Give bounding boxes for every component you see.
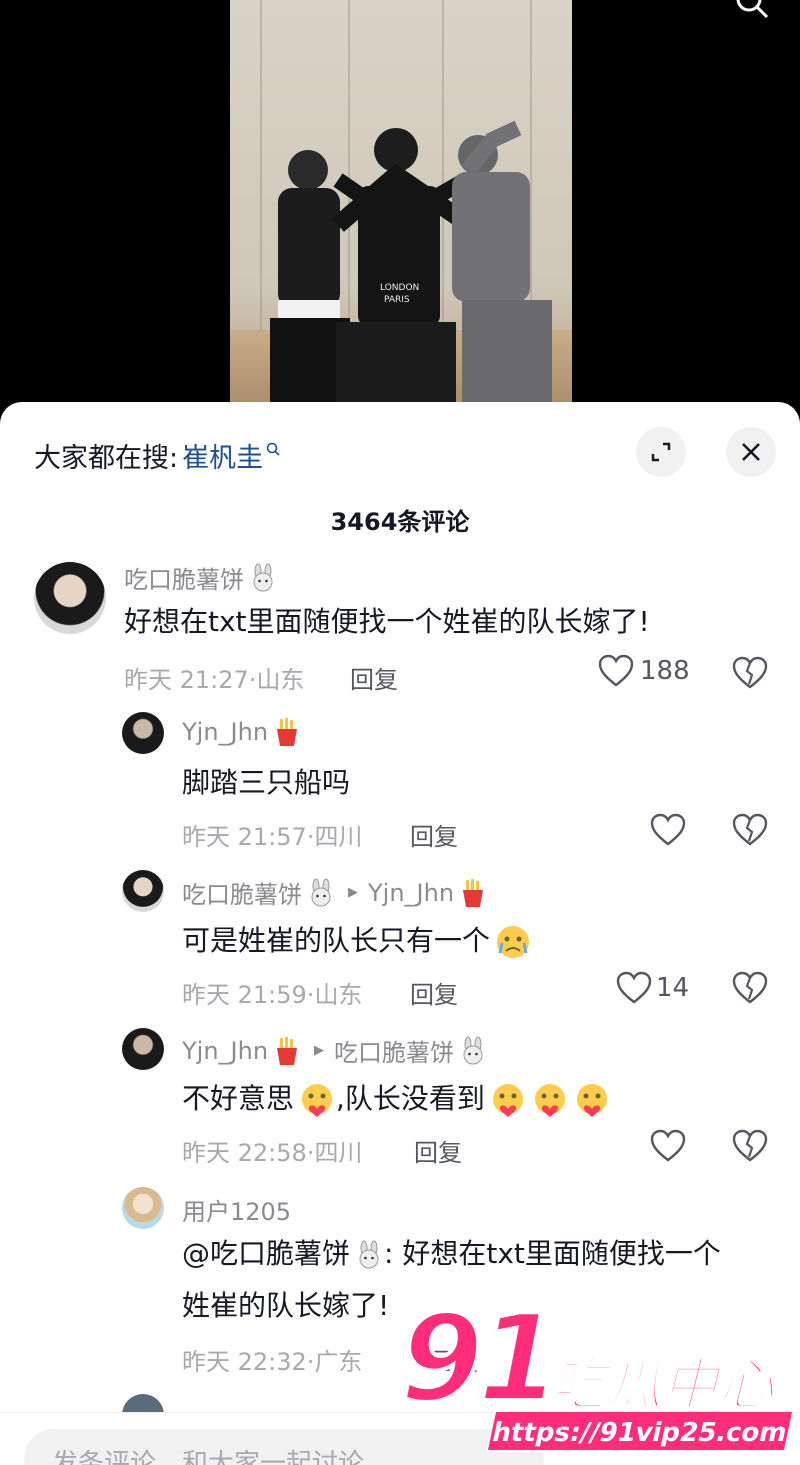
rabbit-emoji-icon [463,1036,483,1064]
dancers-illustration: LONDON PARIS [270,120,552,410]
watermark-title: 吃瓜中心 [549,1352,775,1419]
comment-meta: 昨天 21:27·山东 [124,666,305,694]
fries-emoji-icon [277,718,298,746]
reply-button[interactable]: 回复 [410,975,458,1010]
avatar[interactable] [34,562,106,634]
avatar[interactable] [122,1187,164,1229]
comment-username[interactable]: 吃口脆薯饼 [124,560,278,595]
heart-icon [650,813,686,846]
hug-face-emoji-icon [534,1084,565,1117]
heart-icon [616,971,652,1004]
reply-arrow-icon: ▶ [314,1043,325,1058]
expand-icon [651,442,671,462]
search-icon[interactable] [734,0,770,20]
like-button[interactable]: 14 [616,971,689,1005]
comment-username[interactable]: 吃口脆薯饼 ▶ Yjn_Jhn [182,875,488,910]
like-button[interactable]: 188 [598,654,690,688]
crying-face-emoji-icon [497,926,530,958]
dislike-icon[interactable] [732,1129,768,1163]
fries-emoji-icon [463,878,484,907]
avatar[interactable] [122,1028,164,1070]
like-button[interactable] [650,813,686,847]
svg-text:PARIS: PARIS [384,295,410,305]
comment-text-line2: 姓崔的队长嫁了! [182,1289,390,1322]
reply-button[interactable]: 回复 [414,1133,462,1168]
reply-button[interactable]: 回复 [410,817,458,852]
hug-face-emoji-icon [492,1084,523,1117]
dislike-icon[interactable] [732,656,768,690]
rabbit-emoji-icon [253,563,273,591]
watermark-url: https://91vip25.com [485,1410,795,1452]
comment-meta: 昨天 22:58·四川 [182,1139,363,1167]
rabbit-emoji-icon [359,1240,379,1269]
search-suggestion-prefix: 大家都在搜: [34,443,179,474]
comment-username[interactable]: 用户1205 [182,1192,291,1227]
reply-button[interactable]: 回复 [350,660,398,695]
comment-text: 脚踏三只船吗 [182,766,351,799]
comment-username[interactable]: Yjn_Jhn [182,717,302,747]
comment-meta: 昨天 22:32·广东 [182,1348,363,1376]
comment-meta: 昨天 21:59·山东 [182,981,363,1009]
reply-arrow-icon: ▶ [348,885,358,900]
like-button[interactable] [650,1129,686,1163]
heart-icon [650,1129,686,1162]
svg-text:LONDON: LONDON [380,283,419,293]
comment-username[interactable]: Yjn_Jhn ▶ 吃口脆薯饼 [182,1033,488,1068]
dislike-icon[interactable] [732,813,768,847]
fries-emoji-icon [277,1036,298,1065]
search-suggestion-keyword[interactable]: 崔杋圭 [182,436,263,475]
close-icon [742,443,760,461]
comment-text: @吃口脆薯饼: 好想在txt里面随便找一个 [182,1237,721,1270]
avatar[interactable] [122,870,164,912]
close-button[interactable] [726,427,776,477]
comment-meta: 昨天 21:57·四川 [182,823,363,851]
watermark-logo: 91 吃瓜中心 https://91vip25.com [398,1290,800,1465]
heart-icon [598,654,634,687]
video-frame: LONDON PARIS [230,0,572,410]
search-suggestion[interactable]: 大家都在搜: 崔杋圭 [34,436,281,475]
avatar[interactable] [122,712,164,754]
hug-face-emoji-icon [576,1084,607,1117]
expand-button[interactable] [636,427,686,477]
search-icon [266,442,280,456]
comment-text: 可是姓崔的队长只有一个 [182,915,532,967]
video-player[interactable]: LONDON PARIS [0,0,800,410]
watermark-number: 91 [398,1290,563,1429]
rabbit-emoji-icon [311,878,331,906]
dislike-icon[interactable] [732,971,768,1005]
comment-text: 不好意思 ,队长没看到 [182,1073,611,1125]
comment-count: 3464条评论 [330,508,470,536]
hug-face-emoji-icon [302,1084,333,1117]
comment-text: 好想在txt里面随便找一个姓崔的队长嫁了! [124,605,650,638]
